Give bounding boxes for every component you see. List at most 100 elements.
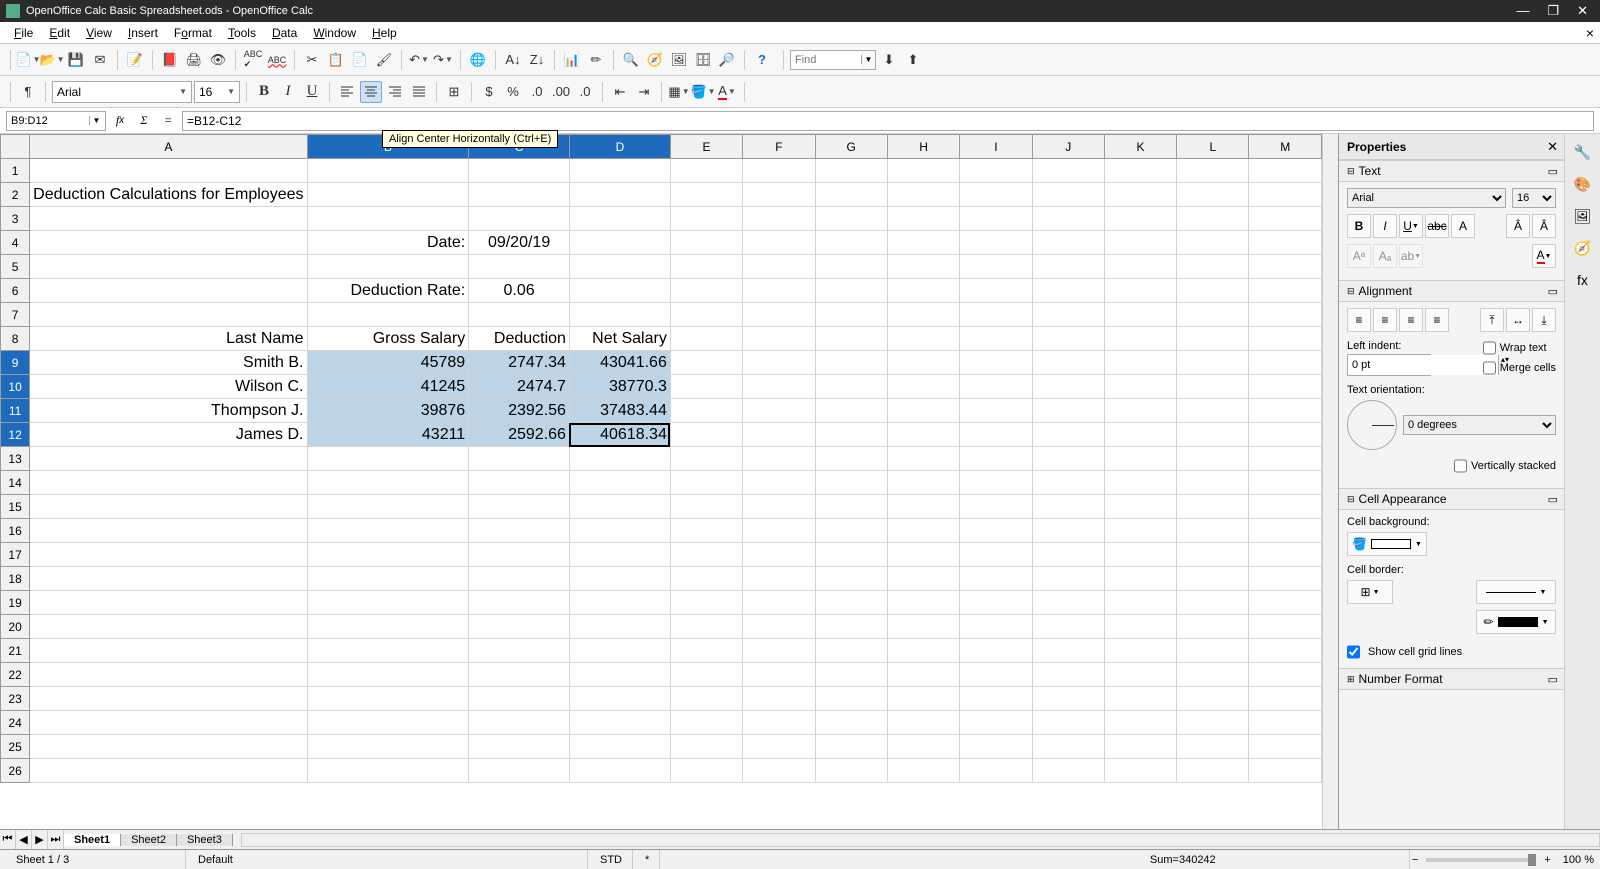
menu-format[interactable]: Format bbox=[166, 24, 220, 42]
cell-K11[interactable] bbox=[1104, 399, 1176, 423]
section-more-icon[interactable]: ▭ bbox=[1548, 493, 1558, 506]
cell-F17[interactable] bbox=[743, 543, 815, 567]
cell-F13[interactable] bbox=[743, 447, 815, 471]
cell-B23[interactable] bbox=[307, 687, 469, 711]
name-box-input[interactable] bbox=[7, 115, 89, 127]
cell-L6[interactable] bbox=[1177, 279, 1249, 303]
bold-button[interactable]: B bbox=[253, 81, 275, 103]
cell-H7[interactable] bbox=[887, 303, 959, 327]
panel-font-size[interactable]: 16 bbox=[1512, 188, 1556, 208]
merge-cells-checkbox[interactable]: Merge cells bbox=[1483, 358, 1556, 378]
cell-K5[interactable] bbox=[1104, 255, 1176, 279]
orientation-dial[interactable] bbox=[1347, 400, 1397, 450]
cell-J16[interactable] bbox=[1032, 519, 1104, 543]
cell-G19[interactable] bbox=[815, 591, 887, 615]
cell-F22[interactable] bbox=[743, 663, 815, 687]
status-mode[interactable]: STD bbox=[590, 850, 633, 869]
cell-B21[interactable] bbox=[307, 639, 469, 663]
cell-K15[interactable] bbox=[1104, 495, 1176, 519]
cell-M25[interactable] bbox=[1249, 735, 1322, 759]
cell-I11[interactable] bbox=[960, 399, 1032, 423]
row-header-22[interactable]: 22 bbox=[1, 663, 30, 687]
cell-J2[interactable] bbox=[1032, 183, 1104, 207]
cell-E24[interactable] bbox=[670, 711, 742, 735]
row-header-16[interactable]: 16 bbox=[1, 519, 30, 543]
name-box-dropdown[interactable]: ▼ bbox=[89, 116, 103, 125]
cell-K21[interactable] bbox=[1104, 639, 1176, 663]
new-doc-button[interactable]: 📄▼ bbox=[17, 49, 39, 71]
cell-border-color[interactable]: ✏ ▼ bbox=[1476, 610, 1556, 634]
redo-button[interactable]: ↷▼ bbox=[432, 49, 454, 71]
row-header-7[interactable]: 7 bbox=[1, 303, 30, 327]
cell-K4[interactable] bbox=[1104, 231, 1176, 255]
cell-C5[interactable] bbox=[469, 255, 570, 279]
cell-E10[interactable] bbox=[670, 375, 742, 399]
cell-L15[interactable] bbox=[1177, 495, 1249, 519]
currency-button[interactable]: $ bbox=[478, 81, 500, 103]
cell-B2[interactable] bbox=[307, 183, 469, 207]
auto-spellcheck-button[interactable]: ABC bbox=[266, 49, 288, 71]
formula-input[interactable] bbox=[182, 111, 1594, 131]
column-header-M[interactable]: M bbox=[1249, 135, 1322, 159]
row-header-19[interactable]: 19 bbox=[1, 591, 30, 615]
cell-D25[interactable] bbox=[569, 735, 670, 759]
cell-J26[interactable] bbox=[1032, 759, 1104, 783]
cell-M20[interactable] bbox=[1249, 615, 1322, 639]
cell-C17[interactable] bbox=[469, 543, 570, 567]
cell-L21[interactable] bbox=[1177, 639, 1249, 663]
fontcolor-button[interactable]: A▼ bbox=[716, 81, 738, 103]
cell-L11[interactable] bbox=[1177, 399, 1249, 423]
spreadsheet-grid[interactable]: ABCDEFGHIJKLM12Deduction Calculations fo… bbox=[0, 134, 1322, 783]
align-center-button[interactable] bbox=[360, 81, 382, 103]
cell-H20[interactable] bbox=[887, 615, 959, 639]
cell-M13[interactable] bbox=[1249, 447, 1322, 471]
cell-H12[interactable] bbox=[887, 423, 959, 447]
maximize-button[interactable]: ❐ bbox=[1547, 3, 1559, 19]
cell-E25[interactable] bbox=[670, 735, 742, 759]
cell-I25[interactable] bbox=[960, 735, 1032, 759]
cell-L16[interactable] bbox=[1177, 519, 1249, 543]
sidebar-properties-icon[interactable]: 🔧 bbox=[1571, 140, 1595, 164]
cell-M24[interactable] bbox=[1249, 711, 1322, 735]
menu-edit[interactable]: Edit bbox=[41, 24, 78, 42]
cell-A16[interactable] bbox=[30, 519, 307, 543]
cell-E19[interactable] bbox=[670, 591, 742, 615]
data-sources-button[interactable]: 🗄 bbox=[692, 49, 714, 71]
menu-insert[interactable]: Insert bbox=[120, 24, 166, 42]
cell-C4[interactable]: 09/20/19 bbox=[469, 231, 570, 255]
properties-close-button[interactable]: ✕ bbox=[1547, 139, 1558, 155]
cell-L9[interactable] bbox=[1177, 351, 1249, 375]
cell-E1[interactable] bbox=[670, 159, 742, 183]
cell-D1[interactable] bbox=[569, 159, 670, 183]
cell-L20[interactable] bbox=[1177, 615, 1249, 639]
cell-G6[interactable] bbox=[815, 279, 887, 303]
font-size-combo[interactable]: 16 ▼ bbox=[194, 81, 240, 103]
cell-E14[interactable] bbox=[670, 471, 742, 495]
cell-E22[interactable] bbox=[670, 663, 742, 687]
cell-L17[interactable] bbox=[1177, 543, 1249, 567]
panel-underline-button[interactable]: U▼ bbox=[1399, 214, 1423, 238]
cell-L19[interactable] bbox=[1177, 591, 1249, 615]
cell-D20[interactable] bbox=[569, 615, 670, 639]
cell-F20[interactable] bbox=[743, 615, 815, 639]
cell-M21[interactable] bbox=[1249, 639, 1322, 663]
print-preview-button[interactable]: 👁 bbox=[207, 49, 229, 71]
cell-M6[interactable] bbox=[1249, 279, 1322, 303]
cell-F23[interactable] bbox=[743, 687, 815, 711]
cell-J9[interactable] bbox=[1032, 351, 1104, 375]
cell-L8[interactable] bbox=[1177, 327, 1249, 351]
cell-G1[interactable] bbox=[815, 159, 887, 183]
sidebar-gallery-icon[interactable]: 🖼 bbox=[1571, 204, 1595, 228]
row-header-8[interactable]: 8 bbox=[1, 327, 30, 351]
cell-M22[interactable] bbox=[1249, 663, 1322, 687]
cell-A21[interactable] bbox=[30, 639, 307, 663]
help-button[interactable]: ? bbox=[751, 49, 773, 71]
row-header-2[interactable]: 2 bbox=[1, 183, 30, 207]
cell-K2[interactable] bbox=[1104, 183, 1176, 207]
cell-J4[interactable] bbox=[1032, 231, 1104, 255]
cell-H19[interactable] bbox=[887, 591, 959, 615]
zoom-out-button[interactable]: − bbox=[1412, 854, 1418, 866]
cell-I15[interactable] bbox=[960, 495, 1032, 519]
cell-C22[interactable] bbox=[469, 663, 570, 687]
grid-container[interactable]: ABCDEFGHIJKLM12Deduction Calculations fo… bbox=[0, 134, 1322, 829]
